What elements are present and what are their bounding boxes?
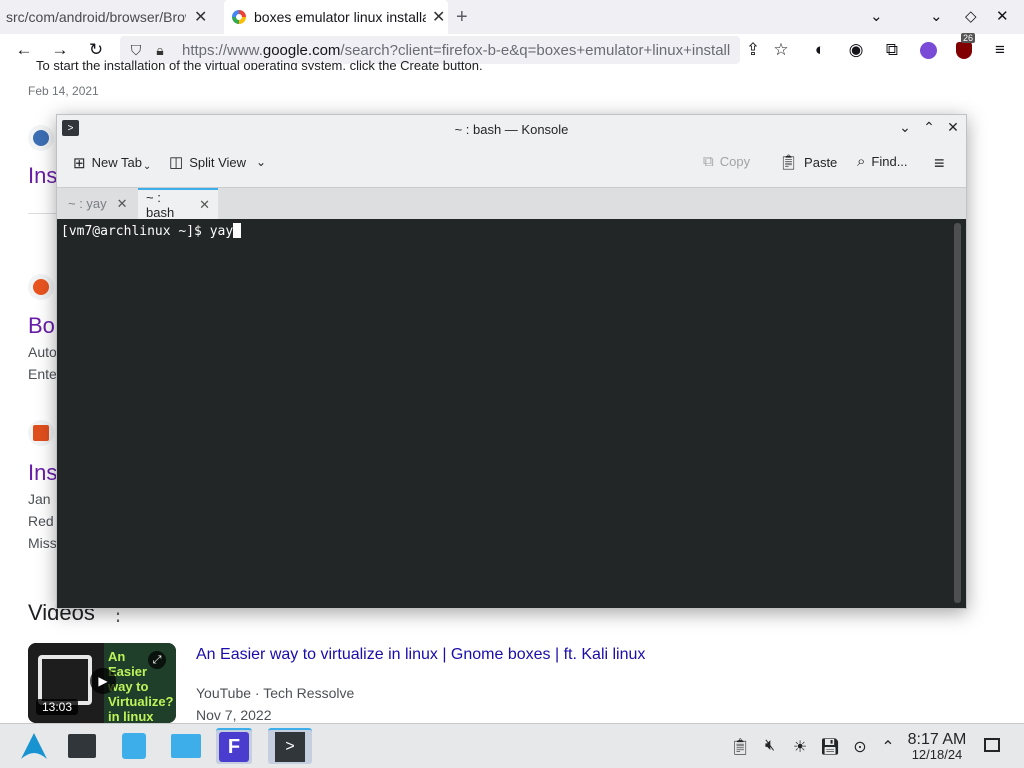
firefox-taskbar-icon[interactable]: F xyxy=(216,728,252,764)
paste-button[interactable]: 📋︎ Paste xyxy=(779,153,837,171)
terminal-area[interactable]: [vm7@archlinux ~]$ yay xyxy=(57,219,966,608)
video-date: Nov 7, 2022 xyxy=(196,707,272,723)
discover-store-icon[interactable] xyxy=(116,728,152,764)
window-title: ~ : bash — Konsole xyxy=(454,121,569,137)
minimize-window-icon[interactable]: ⌄ xyxy=(930,7,943,25)
tray-expand-icon[interactable]: ⌃ xyxy=(878,737,898,757)
result-title-link[interactable]: Bo xyxy=(28,313,55,339)
browser-tab-2-active[interactable]: boxes emulator linux installation ✕ xyxy=(224,0,448,34)
back-icon[interactable]: ← xyxy=(12,38,36,62)
video-source: YouTube · Tech Ressolve xyxy=(196,685,355,701)
tracking-shield-icon[interactable]: ⛉ xyxy=(124,42,148,59)
site-favicon xyxy=(28,420,54,446)
konsole-titlebar[interactable]: ~ : bash — Konsole xyxy=(57,115,966,143)
split-view-icon: ◫ xyxy=(169,154,184,171)
konsole-app-icon: > xyxy=(275,732,305,762)
url-text[interactable]: https://www.google.com/search?client=fir… xyxy=(182,42,734,59)
arch-launcher-icon[interactable] xyxy=(16,728,52,764)
divider xyxy=(28,213,56,214)
close-tab-icon[interactable]: ✕ xyxy=(199,197,210,213)
close-icon[interactable]: ✕ xyxy=(943,119,963,136)
result-text: Jan xyxy=(28,491,51,507)
konsole-taskbar-icon[interactable]: > xyxy=(268,728,312,764)
chevron-down-icon: ⌄ xyxy=(142,161,152,172)
close-tab-icon[interactable]: ✕ xyxy=(432,7,445,27)
storage-icon[interactable]: 💾︎ xyxy=(820,737,840,757)
new-tab-button[interactable]: ⊞ New Tab ⌄ xyxy=(73,153,152,173)
brightness-icon[interactable]: ☀ xyxy=(790,737,810,757)
list-all-tabs-icon[interactable]: ⌄ xyxy=(870,7,883,25)
app-menu-icon[interactable]: ≡ xyxy=(988,38,1012,62)
restore-window-icon[interactable]: ◇ xyxy=(965,7,977,25)
site-favicon xyxy=(28,274,54,300)
terminal-scrollbar[interactable] xyxy=(954,223,961,603)
konsole-window: ~ : bash — Konsole > ⌄ ⌃ ✕ ⊞ New Tab ⌄ ◫ Sp… xyxy=(56,114,967,609)
system-settings-icon[interactable] xyxy=(64,728,100,764)
taskbar xyxy=(0,723,1024,768)
split-view-button[interactable]: ◫ Split View ⌄ xyxy=(169,153,266,171)
copy-button[interactable]: ⧉ Copy xyxy=(703,153,750,170)
clock-date[interactable]: 12/18/24 xyxy=(904,747,970,762)
typed-command: yay xyxy=(209,224,234,239)
paste-icon: 📋︎ xyxy=(779,154,799,171)
tab-title: boxes emulator linux installation xyxy=(254,9,426,25)
result-date: Feb 14, 2021 xyxy=(28,84,99,98)
ublock-icon[interactable]: 26 xyxy=(952,33,976,62)
extension-badge: 26 xyxy=(961,33,976,43)
new-tab-icon[interactable]: + xyxy=(456,6,468,29)
close-tab-icon[interactable]: ✕ xyxy=(117,196,128,212)
video-thumbnail[interactable]: An Easier way to Virtualize? in linux ▶ … xyxy=(28,643,176,723)
close-tab-icon[interactable]: ✕ xyxy=(194,7,207,27)
video-duration: 13:03 xyxy=(36,699,79,715)
clipboard-icon[interactable]: 📋︎ xyxy=(730,737,750,757)
profile-icon[interactable] xyxy=(916,38,940,62)
lock-icon[interactable]: 🔒︎ xyxy=(148,42,172,59)
konsole-tab-yay[interactable]: ~ : yay ✕ xyxy=(60,188,138,219)
extensions-icon[interactable]: ⧉ xyxy=(880,38,904,62)
result-text: Auto xyxy=(28,344,57,360)
tab-title: src/com/android/browser/Browser.java xyxy=(6,9,186,25)
result-text: Red xyxy=(28,513,54,529)
gnome-boxes-logo-icon xyxy=(38,655,92,705)
text-cursor xyxy=(233,223,242,238)
firefox-app-icon: F xyxy=(219,732,249,762)
share-icon[interactable]: ⇪ xyxy=(741,38,765,62)
result-title-link[interactable]: Ins xyxy=(28,163,57,189)
prompt: [vm7@archlinux ~]$ xyxy=(61,224,210,239)
minimize-icon[interactable]: ⌄ xyxy=(895,119,915,136)
google-icon xyxy=(232,10,246,24)
result-snippet: To start the installation of the virtual… xyxy=(36,58,483,70)
new-tab-icon: ⊞ xyxy=(73,154,86,172)
updates-icon[interactable]: ⊙ xyxy=(850,737,870,757)
show-desktop-icon[interactable] xyxy=(984,738,1000,752)
bookmark-star-icon[interactable]: ☆ xyxy=(769,38,793,62)
copy-icon: ⧉ xyxy=(703,153,714,170)
result-title-link[interactable]: Ins xyxy=(28,460,57,486)
dark-reader-icon[interactable]: ◐ xyxy=(808,38,832,62)
file-manager-icon[interactable] xyxy=(168,728,204,764)
browser-tab-1[interactable]: src/com/android/browser/Browser.java ✕ xyxy=(6,0,218,34)
site-favicon xyxy=(28,125,54,151)
volume-muted-icon[interactable]: 🔇︎ xyxy=(760,737,780,755)
expand-icon[interactable]: ⤢ xyxy=(148,651,166,669)
play-icon[interactable]: ▶ xyxy=(90,668,116,694)
result-text: Miss xyxy=(28,535,57,551)
account-icon[interactable]: ◉ xyxy=(844,38,868,62)
konsole-app-icon[interactable]: > xyxy=(62,120,79,136)
maximize-icon[interactable]: ⌃ xyxy=(919,119,939,136)
search-icon: ⌕ xyxy=(857,153,866,170)
close-window-icon[interactable]: ✕ xyxy=(996,7,1009,25)
result-text: Ente xyxy=(28,366,57,382)
konsole-tab-bash-active[interactable]: ~ : bash ✕ xyxy=(138,188,218,220)
terminal-prompt-line: [vm7@archlinux ~]$ yay xyxy=(61,223,242,239)
konsole-tab-bar: ~ : yay ✕ ~ : bash ✕ xyxy=(57,187,966,220)
chevron-down-icon: ⌄ xyxy=(256,155,267,169)
hamburger-menu-icon[interactable]: ≡ xyxy=(934,153,945,174)
find-button[interactable]: ⌕ Find... xyxy=(857,153,908,170)
video-title-link[interactable]: An Easier way to virtualize in linux | G… xyxy=(196,646,645,664)
